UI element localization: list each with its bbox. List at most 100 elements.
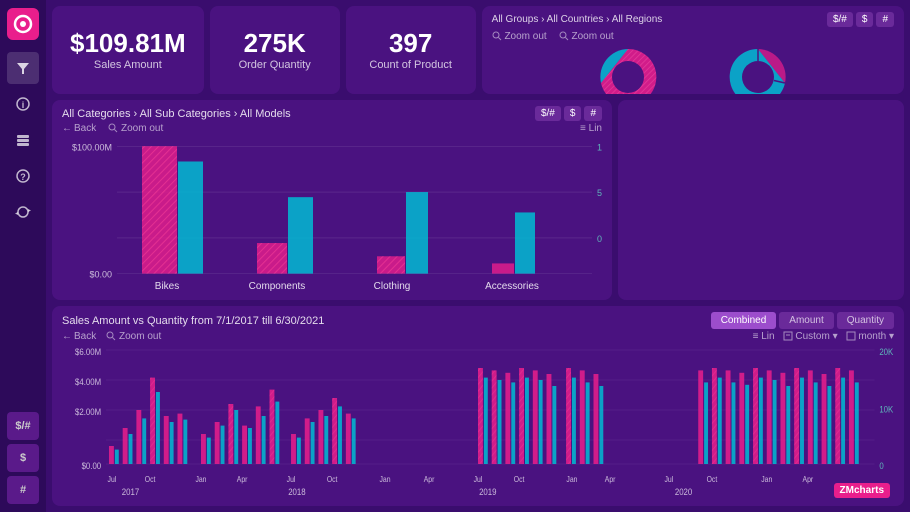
svg-text:$100.00M: $100.00M: [72, 142, 112, 152]
middle-row: All Categories › All Sub Categories › Al…: [52, 100, 904, 300]
pie-zoom-row: Zoom out Zoom out: [492, 31, 894, 42]
kpi-label-orders: Order Quantity: [239, 59, 311, 71]
combined-btn-amount[interactable]: Amount: [779, 312, 833, 329]
kpi-card-sales: $109.81M Sales Amount: [52, 6, 204, 94]
pie-btn-dollar[interactable]: $: [856, 12, 874, 27]
svg-text:$0.00: $0.00: [90, 270, 112, 280]
pie-panel-header: All Groups › All Countries › All Regions…: [492, 12, 894, 27]
svg-text:Oct: Oct: [145, 474, 156, 484]
sidebar: i ? $/# $ #: [0, 0, 46, 512]
svg-text:Jul: Jul: [108, 474, 117, 484]
svg-text:$6.00M: $6.00M: [75, 346, 101, 357]
bottom-zoom-button[interactable]: Zoom out: [106, 331, 161, 342]
svg-text:50K: 50K: [597, 188, 602, 198]
pie-btn-group: $/# $ #: [827, 12, 894, 27]
svg-text:Jul: Jul: [474, 474, 483, 484]
svg-text:Jul: Jul: [664, 474, 673, 484]
svg-text:Bikes: Bikes: [155, 281, 179, 292]
svg-text:0: 0: [597, 234, 602, 244]
bottom-header: Sales Amount vs Quantity from 7/1/2017 t…: [62, 312, 894, 329]
svg-text:Oct: Oct: [707, 474, 718, 484]
pie-zoom-right[interactable]: Zoom out: [559, 31, 614, 42]
svg-text:$0.00: $0.00: [82, 460, 102, 471]
svg-text:Apr: Apr: [424, 474, 435, 484]
bar-panel-controls: $/# $ #: [535, 106, 602, 121]
kpi-value-products: 397: [389, 29, 432, 58]
bottom-chart-svg: $6.00M $4.00M $2.00M $0.00 20K 10K 0: [62, 344, 894, 500]
bottom-chart-area: $6.00M $4.00M $2.00M $0.00 20K 10K 0: [62, 344, 894, 500]
bottom-month[interactable]: month ▾: [846, 331, 894, 342]
kpi-card-products: 397 Count of Product: [346, 6, 476, 94]
pie-btn-dollar-hash[interactable]: $/#: [827, 12, 853, 27]
kpi-label-products: Count of Product: [369, 59, 452, 71]
svg-text:Accessories: Accessories: [485, 281, 539, 292]
bottom-panel: Sales Amount vs Quantity from 7/1/2017 t…: [52, 306, 904, 506]
bottom-back-button[interactable]: ← Back: [62, 331, 96, 342]
pie-charts-row: [492, 44, 894, 94]
sidebar-bottom-buttons: $/# $ #: [7, 412, 39, 504]
svg-text:Oct: Oct: [514, 474, 525, 484]
svg-text:Jul: Jul: [287, 474, 296, 484]
pie-btn-hash[interactable]: #: [876, 12, 894, 27]
sidebar-btn-dollar-hash[interactable]: $/#: [7, 412, 39, 440]
svg-text:$2.00M: $2.00M: [75, 406, 101, 417]
svg-text:Apr: Apr: [237, 474, 248, 484]
bar-lin-button[interactable]: ≡ Lin: [580, 123, 602, 134]
svg-text:Jan: Jan: [195, 474, 206, 484]
svg-text:Oct: Oct: [327, 474, 338, 484]
bottom-custom[interactable]: Custom ▾: [783, 331, 838, 342]
bar-chart-svg: $100.00M $0.00 100K 50K 0 Bikes: [62, 136, 602, 294]
bottom-title: Sales Amount vs Quantity from 7/1/2017 t…: [62, 315, 324, 327]
bar-btn-hash[interactable]: #: [584, 106, 602, 121]
sidebar-item-info[interactable]: i: [7, 88, 39, 120]
bar-btn-dollar-hash[interactable]: $/#: [535, 106, 561, 121]
sidebar-logo[interactable]: [7, 8, 39, 40]
bottom-sub-header: ← Back Zoom out ≡ Lin Custom ▾ month ▾: [62, 331, 894, 342]
bar-panel: All Categories › All Sub Categories › Al…: [52, 100, 612, 300]
bar-zoom-button[interactable]: Zoom out: [108, 123, 163, 134]
combined-btn-combined[interactable]: Combined: [711, 312, 777, 329]
right-panel: [618, 100, 904, 300]
sidebar-item-filter[interactable]: [7, 52, 39, 84]
svg-text:?: ?: [20, 172, 26, 182]
svg-text:2018: 2018: [288, 486, 306, 497]
pie-chart-right: [698, 44, 818, 94]
pie-breadcrumb: All Groups › All Countries › All Regions: [492, 14, 663, 25]
pie-zoom-left[interactable]: Zoom out: [492, 31, 547, 42]
svg-text:i: i: [22, 100, 25, 110]
svg-text:10K: 10K: [879, 404, 893, 415]
svg-text:2019: 2019: [479, 486, 497, 497]
bar-back-button[interactable]: ← Back: [62, 123, 96, 134]
sidebar-item-help[interactable]: ?: [7, 160, 39, 192]
top-row: $109.81M Sales Amount 275K Order Quantit…: [52, 6, 904, 94]
svg-text:100K: 100K: [597, 142, 602, 152]
svg-text:Jan: Jan: [379, 474, 390, 484]
bottom-controls: ≡ Lin Custom ▾ month ▾: [753, 331, 894, 342]
svg-text:Components: Components: [249, 281, 306, 292]
combined-buttons: Combined Amount Quantity: [711, 312, 894, 329]
combined-btn-quantity[interactable]: Quantity: [837, 312, 894, 329]
kpi-value-orders: 275K: [244, 29, 306, 58]
kpi-value-sales: $109.81M: [70, 29, 186, 58]
sidebar-item-sync[interactable]: [7, 196, 39, 228]
svg-text:0: 0: [879, 460, 883, 471]
zmcharts-logo: ZMcharts: [834, 483, 890, 498]
bottom-lin[interactable]: ≡ Lin: [753, 331, 775, 342]
pie-panel: All Groups › All Countries › All Regions…: [482, 6, 904, 94]
svg-text:Apr: Apr: [803, 474, 814, 484]
kpi-card-orders: 275K Order Quantity: [210, 6, 340, 94]
kpi-cards: $109.81M Sales Amount 275K Order Quantit…: [52, 6, 476, 94]
svg-text:2020: 2020: [675, 486, 693, 497]
sidebar-btn-dollar[interactable]: $: [7, 444, 39, 472]
bar-breadcrumb: All Categories › All Sub Categories › Al…: [62, 108, 291, 120]
svg-text:Apr: Apr: [605, 474, 616, 484]
svg-text:20K: 20K: [879, 346, 893, 357]
svg-text:Jan: Jan: [761, 474, 772, 484]
pie-chart-left: [568, 44, 688, 94]
bar-btn-dollar[interactable]: $: [564, 106, 582, 121]
main-content: $109.81M Sales Amount 275K Order Quantit…: [46, 0, 910, 512]
bar-chart-area: $100.00M $0.00 100K 50K 0 Bikes: [62, 136, 602, 294]
sidebar-btn-hash[interactable]: #: [7, 476, 39, 504]
sidebar-item-layers[interactable]: [7, 124, 39, 156]
bar-panel-header: All Categories › All Sub Categories › Al…: [62, 106, 602, 121]
